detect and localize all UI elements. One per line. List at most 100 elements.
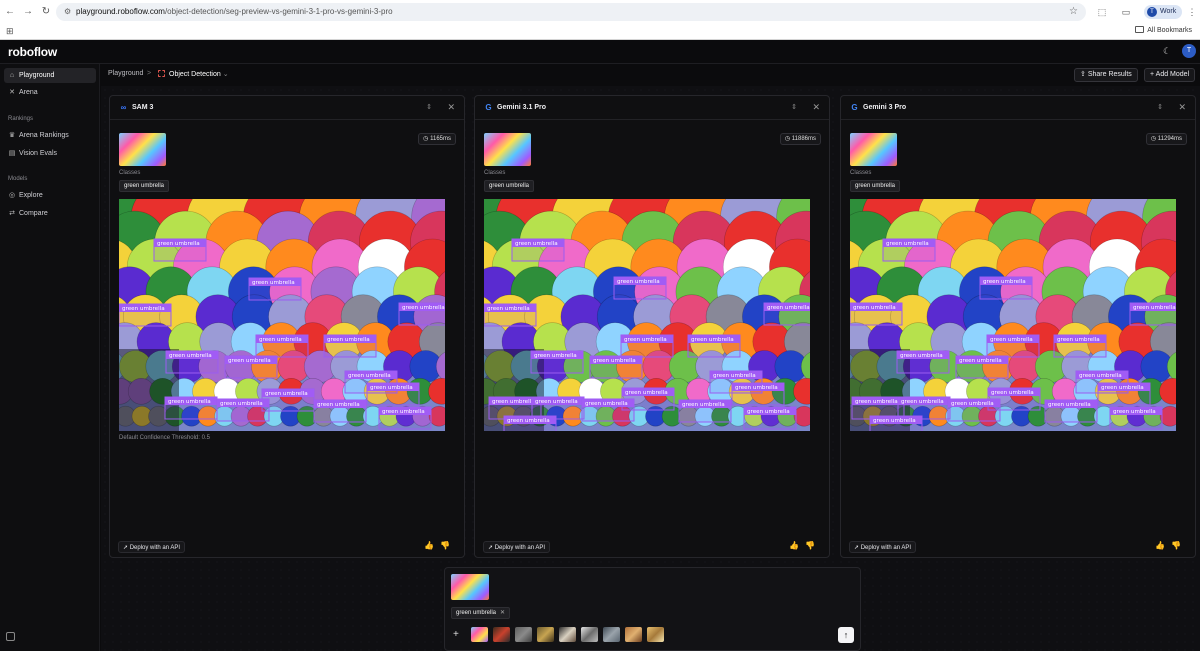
address-bar[interactable]: ⚙ playground.roboflow.com/object-detecti… bbox=[56, 3, 1086, 21]
detection-box[interactable]: green umbrella bbox=[613, 276, 667, 300]
input-image-thumbnail[interactable] bbox=[119, 133, 166, 166]
bookmark-star-icon[interactable]: ☆ bbox=[1069, 6, 1078, 17]
input-image-thumbnail[interactable] bbox=[484, 133, 531, 166]
browser-menu-icon[interactable]: ⋮ bbox=[1186, 6, 1198, 18]
task-selector[interactable]: Object Detection ⌄ bbox=[158, 70, 229, 78]
collapse-sidebar-icon[interactable] bbox=[6, 632, 15, 641]
model-name[interactable]: Gemini 3 Pro bbox=[863, 104, 906, 111]
close-icon[interactable]: ✕ bbox=[812, 102, 820, 113]
detection-box[interactable]: green umbrella bbox=[850, 302, 903, 326]
detection-box[interactable]: green umbrella bbox=[119, 303, 172, 327]
detection-box[interactable]: green umbrella bbox=[1109, 406, 1163, 430]
detection-box[interactable]: green umbrella bbox=[261, 388, 315, 412]
deploy-api-button[interactable]: ➚ Deploy with an API bbox=[118, 541, 186, 553]
sidebar-item-playground[interactable]: ⌂ Playground bbox=[4, 68, 96, 83]
all-bookmarks-button[interactable]: All Bookmarks bbox=[1135, 26, 1192, 34]
detection-box[interactable]: green umbrella bbox=[620, 334, 674, 358]
detection-box[interactable]: green umbrella bbox=[1053, 334, 1107, 358]
detection-box[interactable]: green umbrella bbox=[731, 382, 785, 406]
sidebar-item-explore[interactable]: ◎ Explore bbox=[4, 188, 96, 203]
detection-box[interactable]: green umbrella bbox=[687, 334, 741, 358]
detection-box[interactable]: green umbrella bbox=[248, 277, 302, 301]
thumbs-up-icon[interactable]: 👍 bbox=[789, 541, 805, 550]
detection-box[interactable]: green umbrella bbox=[153, 238, 207, 262]
deploy-api-button[interactable]: ➚ Deploy with an API bbox=[849, 541, 917, 553]
detection-box[interactable]: green umbrella bbox=[1129, 302, 1176, 326]
breadcrumb-root[interactable]: Playground bbox=[108, 70, 143, 77]
detection-box[interactable]: green umbrella bbox=[398, 302, 445, 326]
thumbs-up-icon[interactable]: 👍 bbox=[1155, 541, 1171, 550]
detection-box[interactable]: green umbrella bbox=[743, 406, 797, 430]
sample-image-umbrellas[interactable] bbox=[471, 627, 488, 642]
model-selector-chevron-icon[interactable]: ⇕ bbox=[791, 103, 797, 111]
model-name[interactable]: Gemini 3.1 Pro bbox=[497, 104, 546, 111]
detection-box[interactable]: green umbrella bbox=[955, 355, 1009, 379]
detection-box[interactable]: green umbrella bbox=[763, 302, 810, 326]
detection-box[interactable]: green umbrella bbox=[216, 398, 270, 422]
detection-box[interactable]: green umbrella bbox=[378, 406, 432, 430]
detection-box[interactable]: green umbrella bbox=[503, 415, 557, 431]
remove-chip-icon[interactable]: ✕ bbox=[500, 610, 505, 616]
sidebar-item-vision-evals[interactable]: ▤ Vision Evals bbox=[4, 146, 96, 161]
detection-box[interactable]: green umbrella bbox=[1097, 382, 1151, 406]
model-selector-chevron-icon[interactable]: ⇕ bbox=[1157, 103, 1163, 111]
input-image-thumbnail[interactable] bbox=[850, 133, 897, 166]
detection-box[interactable]: green umbrella bbox=[511, 238, 565, 262]
sample-image-9[interactable] bbox=[647, 627, 664, 642]
detection-box[interactable]: green umbrella bbox=[224, 355, 278, 379]
model-selector-chevron-icon[interactable]: ⇕ bbox=[426, 103, 432, 111]
thumbs-down-icon[interactable]: 👎 bbox=[440, 541, 456, 550]
detection-box[interactable]: green umbrella bbox=[947, 398, 1001, 422]
share-results-button[interactable]: ⇪ Share Results bbox=[1074, 68, 1138, 82]
detection-box[interactable]: green umbrella bbox=[165, 350, 219, 374]
forward-icon[interactable]: → bbox=[22, 6, 34, 18]
close-icon[interactable]: ✕ bbox=[1178, 102, 1186, 113]
deploy-api-button[interactable]: ➚ Deploy with an API bbox=[483, 541, 551, 553]
detection-box[interactable]: green umbrella bbox=[979, 276, 1033, 300]
detection-box[interactable]: green umbrella bbox=[484, 303, 537, 327]
detection-box[interactable]: green umbrella bbox=[530, 350, 584, 374]
sample-image-7[interactable] bbox=[603, 627, 620, 642]
detection-box[interactable]: green umbrella bbox=[164, 396, 218, 420]
sample-image-2[interactable] bbox=[493, 627, 510, 642]
detection-box[interactable]: green umbrella bbox=[869, 415, 923, 431]
detection-box[interactable]: green umbrella bbox=[882, 238, 936, 262]
detection-box[interactable]: green umbrella bbox=[323, 334, 377, 358]
roboflow-logo[interactable]: roboflow bbox=[8, 45, 57, 59]
detection-box[interactable]: green umbrella bbox=[986, 334, 1040, 358]
profile-button[interactable]: T Work bbox=[1144, 5, 1182, 19]
sidebar-item-compare[interactable]: ⇄ Compare bbox=[4, 206, 96, 221]
close-icon[interactable]: ✕ bbox=[447, 102, 455, 113]
add-model-button[interactable]: + Add Model bbox=[1144, 68, 1196, 82]
detection-box[interactable]: green umbrella bbox=[255, 334, 309, 358]
sidebar-item-arena-rankings[interactable]: ♛ Arena Rankings bbox=[4, 128, 96, 143]
apps-grid-icon[interactable]: ⊞ bbox=[6, 26, 14, 37]
sample-image-6[interactable] bbox=[581, 627, 598, 642]
sidebar-panel-icon[interactable]: ▭ bbox=[1120, 6, 1132, 18]
detection-box[interactable]: green umbrella bbox=[581, 398, 635, 422]
reload-icon[interactable]: ↻ bbox=[40, 6, 52, 18]
sample-image-5[interactable] bbox=[559, 627, 576, 642]
model-name[interactable]: SAM 3 bbox=[132, 104, 153, 111]
sample-image-8[interactable] bbox=[625, 627, 642, 642]
user-avatar[interactable]: T bbox=[1182, 44, 1196, 58]
detection-box[interactable]: green umbrella bbox=[1044, 399, 1098, 423]
thumbs-down-icon[interactable]: 👎 bbox=[805, 541, 821, 550]
sample-image-3[interactable] bbox=[515, 627, 532, 642]
theme-toggle-icon[interactable]: ☾ bbox=[1163, 46, 1171, 57]
add-image-button[interactable]: + bbox=[453, 629, 459, 640]
thumbs-down-icon[interactable]: 👎 bbox=[1171, 541, 1187, 550]
detection-box[interactable]: green umbrella bbox=[366, 382, 420, 406]
detection-box[interactable]: green umbrella bbox=[313, 399, 367, 423]
selected-image-thumbnail[interactable] bbox=[451, 574, 489, 600]
detection-box[interactable]: green umbrella bbox=[678, 399, 732, 423]
extensions-icon[interactable]: ⬚ bbox=[1096, 6, 1108, 18]
send-button[interactable]: ↑ bbox=[838, 627, 854, 643]
detection-box[interactable]: green umbrella bbox=[589, 355, 643, 379]
sample-image-4[interactable] bbox=[537, 627, 554, 642]
thumbs-up-icon[interactable]: 👍 bbox=[424, 541, 440, 550]
site-info-icon[interactable]: ⚙ bbox=[64, 7, 71, 16]
back-icon[interactable]: ← bbox=[4, 6, 16, 18]
sidebar-item-arena[interactable]: ✕ Arena bbox=[4, 85, 96, 100]
detection-box[interactable]: green umbrella bbox=[896, 350, 950, 374]
